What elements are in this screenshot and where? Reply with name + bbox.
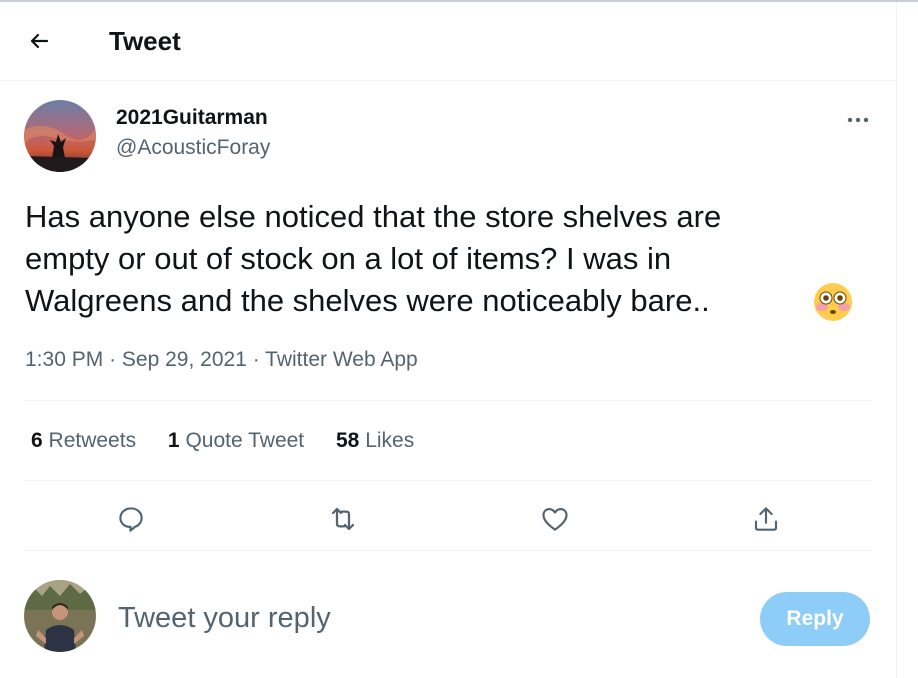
tweet-time[interactable]: 1:30 PM — [25, 348, 103, 371]
retweets-count: 6 — [31, 429, 43, 452]
comment-icon — [119, 507, 143, 532]
tweet-text: Has anyone else noticed that the store s… — [25, 196, 885, 322]
likes-count: 58 — [336, 429, 360, 452]
more-dots-icon — [847, 117, 869, 123]
reply-input[interactable] — [118, 600, 738, 636]
reply-submit-button[interactable]: Reply — [760, 592, 870, 646]
tweet-text-line: Has anyone else noticed that the store s… — [25, 199, 722, 234]
retweet-icon — [331, 507, 355, 531]
back-button[interactable] — [22, 24, 56, 58]
column-right-border — [896, 2, 897, 678]
quote-tweets-stat[interactable]: 1 Quote Tweet — [168, 427, 304, 455]
heart-icon — [542, 507, 568, 531]
tweet-text-line: empty or out of stock on a lot of items?… — [25, 241, 672, 276]
more-options-button[interactable] — [840, 108, 876, 132]
flushed-face-emoji — [814, 283, 852, 321]
tweet-source[interactable]: Twitter Web App — [265, 348, 418, 371]
divider — [24, 480, 872, 481]
current-user-avatar[interactable] — [24, 580, 96, 652]
tweet-date[interactable]: Sep 29, 2021 — [122, 348, 247, 371]
page-header: Tweet — [0, 2, 896, 81]
divider — [24, 550, 872, 551]
like-action-button[interactable] — [536, 500, 574, 538]
arrow-left-icon — [30, 33, 49, 49]
retweets-stat[interactable]: 6 Retweets — [31, 427, 136, 455]
quote-tweets-label: Quote Tweet — [185, 429, 305, 452]
author-avatar[interactable] — [24, 100, 96, 172]
author-display-name[interactable]: 2021Guitarman — [116, 105, 268, 131]
retweets-label: Retweets — [48, 429, 137, 452]
author-handle[interactable]: @AcousticForay — [116, 135, 270, 161]
tweet-meta: 1:30 PM · Sep 29, 2021 · Twitter Web App — [25, 346, 418, 374]
tweet-stats: 6 Retweets 1 Quote Tweet 58 Likes — [31, 427, 440, 455]
quote-tweets-count: 1 — [167, 429, 180, 452]
share-icon — [754, 507, 778, 531]
meta-separator: · — [109, 348, 117, 371]
reply-action-button[interactable] — [112, 500, 150, 538]
divider — [24, 400, 872, 401]
likes-stat[interactable]: 58 Likes — [336, 427, 414, 455]
share-action-button[interactable] — [747, 500, 785, 538]
meta-separator: · — [252, 348, 260, 371]
retweet-action-button[interactable] — [324, 500, 362, 538]
tweet-text-line: Walgreens and the shelves were noticeabl… — [25, 283, 710, 318]
page-title: Tweet — [109, 26, 181, 56]
likes-label: Likes — [365, 429, 415, 452]
